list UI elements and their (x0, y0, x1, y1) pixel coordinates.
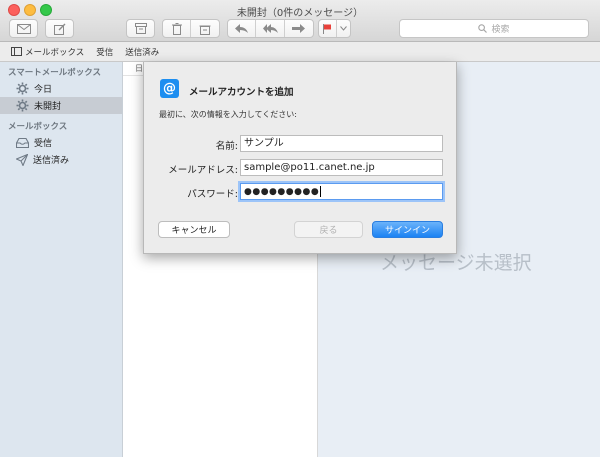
sidebar-item-label: 未開封 (34, 102, 62, 112)
name-field[interactable]: サンプル (240, 135, 443, 152)
cancel-button[interactable]: キャンセル (158, 221, 230, 238)
dialog-instructions: 最初に、次の情報を入力してください: (159, 110, 297, 119)
password-label: パスワード: (187, 189, 238, 200)
trash-icon (171, 22, 182, 35)
sign-in-button[interactable]: サインイン (372, 221, 443, 238)
favorites-bar: メールボックス 受信 送信済み (0, 42, 600, 62)
email-field[interactable]: sample@po11.canet.ne.jp (240, 159, 443, 176)
sidebar-toggle-icon (11, 47, 22, 56)
forward-button[interactable] (285, 20, 313, 37)
new-message-button[interactable] (45, 19, 74, 38)
delete-junk-group (162, 19, 220, 38)
dialog-title: メールアカウントを追加 (189, 87, 294, 98)
favorites-sent-button[interactable]: 送信済み (125, 46, 159, 58)
sidebar-item-unread[interactable]: 未開封 (0, 97, 122, 114)
flag-button[interactable] (319, 20, 338, 37)
mailboxes-header: メールボックス (8, 122, 68, 132)
flag-icon (323, 23, 332, 34)
archive-button[interactable] (126, 19, 155, 38)
smart-mailboxes-header: スマートメールボックス (8, 68, 101, 78)
sidebar-item-sent[interactable]: 送信済み (0, 151, 122, 168)
search-placeholder: 検索 (491, 25, 510, 35)
new-message-icon (53, 23, 65, 35)
reply-all-button[interactable] (256, 20, 285, 37)
reply-button[interactable] (228, 20, 257, 37)
back-button[interactable]: 戻る (294, 221, 363, 238)
favorites-inbox-button[interactable]: 受信 (96, 46, 113, 58)
add-mail-account-sheet: @ メールアカウントを追加 最初に、次の情報を入力してください: 名前: サンプ… (143, 62, 457, 254)
favorites-mailboxes-label: メールボックス (25, 47, 85, 58)
trash-button[interactable] (163, 20, 192, 37)
mailbox-sidebar: スマートメールボックス 今日 未開封 メールボックス 受信 送信済み (0, 62, 123, 457)
paper-plane-icon (16, 153, 28, 166)
reply-all-icon (262, 24, 278, 33)
text-caret (320, 185, 322, 197)
gear-icon (16, 82, 29, 95)
at-sign-icon: @ (160, 79, 179, 98)
favorites-sent-label: 送信済み (125, 47, 160, 58)
password-field[interactable]: ●●●●●●●●● (240, 183, 443, 200)
get-mail-button[interactable] (9, 19, 38, 38)
sidebar-item-label: 今日 (34, 85, 53, 95)
flag-menu-button[interactable] (337, 20, 350, 37)
compose-envelope-icon (16, 23, 31, 34)
favorites-mailboxes-button[interactable]: メールボックス (11, 46, 84, 58)
chevron-down-icon (340, 26, 348, 31)
junk-icon (199, 25, 211, 35)
reply-icon (235, 24, 249, 33)
sidebar-item-label: 受信 (34, 139, 53, 149)
search-field[interactable]: 検索 (399, 19, 589, 38)
window-title: 未開封（0件のメッセージ） (236, 8, 364, 19)
search-icon (478, 24, 488, 33)
reply-group (227, 19, 314, 38)
sidebar-item-inbox[interactable]: 受信 (0, 134, 122, 151)
archive-icon (134, 23, 147, 34)
sort-label: 日 (135, 64, 143, 73)
inbox-tray-icon (16, 137, 29, 148)
flag-group (318, 19, 351, 38)
email-label: メールアドレス: (168, 165, 238, 176)
junk-button[interactable] (191, 20, 219, 37)
gear-icon (16, 99, 29, 112)
name-label: 名前: (215, 141, 238, 152)
favorites-inbox-label: 受信 (96, 47, 114, 58)
password-value: ●●●●●●●●● (244, 187, 320, 197)
window-titlebar: 未開封（0件のメッセージ） 検索 (0, 0, 600, 42)
sidebar-item-today[interactable]: 今日 (0, 80, 122, 97)
sidebar-item-label: 送信済み (33, 156, 70, 166)
forward-icon (292, 24, 306, 33)
